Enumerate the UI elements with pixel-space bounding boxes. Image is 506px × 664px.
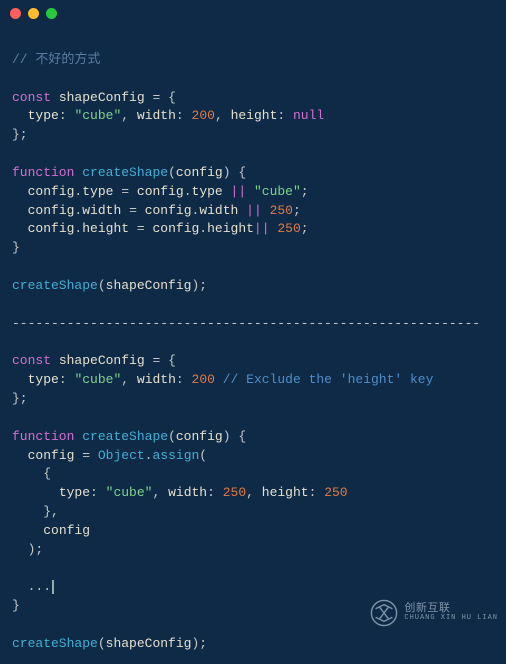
fn-createshape: createShape [82, 165, 168, 180]
var-shapeconfig: shapeConfig [59, 353, 145, 368]
text-cursor-icon [52, 580, 54, 594]
ident-object: Object [98, 448, 145, 463]
call-createshape: createShape [12, 278, 98, 293]
ident-config: config [28, 203, 75, 218]
prop-type: type [28, 108, 59, 123]
watermark-text-py: CHUANG XIN HU LIAN [404, 615, 498, 622]
window-titlebar [0, 0, 506, 26]
op-or: || [254, 221, 270, 236]
number-250: 250 [277, 221, 300, 236]
close-icon[interactable] [10, 8, 21, 19]
prop-width: width [82, 203, 121, 218]
number-200: 200 [192, 372, 215, 387]
watermark: 创新互联 CHUANG XIN HU LIAN [370, 599, 498, 627]
number-250: 250 [270, 203, 293, 218]
minimize-icon[interactable] [28, 8, 39, 19]
ident-config: config [137, 184, 184, 199]
ident-config: config [28, 448, 75, 463]
number-250: 250 [223, 485, 246, 500]
comment-exclude: // Exclude the 'height' key [223, 372, 434, 387]
string-cube: "cube" [106, 485, 153, 500]
arg-shapeconfig: shapeConfig [106, 636, 192, 651]
prop-type: type [82, 184, 113, 199]
arg-shapeconfig: shapeConfig [106, 278, 192, 293]
ident-config: config [28, 184, 75, 199]
ellipsis: ... [28, 579, 51, 594]
prop-height: height [82, 221, 129, 236]
var-shapeconfig: shapeConfig [59, 90, 145, 105]
number-200: 200 [192, 108, 215, 123]
keyword-const: const [12, 353, 51, 368]
separator-line: ----------------------------------------… [12, 316, 480, 331]
ident-config: config [152, 221, 199, 236]
number-250: 250 [324, 485, 347, 500]
call-createshape: createShape [12, 636, 98, 651]
ident-config: config [28, 221, 75, 236]
code-block: // 不好的方式 const shapeConfig = { type: "cu… [0, 26, 506, 664]
null-literal: null [293, 108, 324, 123]
string-cube: "cube" [74, 372, 121, 387]
comment-line: // 不好的方式 [12, 52, 100, 67]
keyword-function: function [12, 429, 74, 444]
fn-createshape: createShape [82, 429, 168, 444]
fn-assign: assign [152, 448, 199, 463]
op-or: || [231, 184, 247, 199]
ident-config: config [43, 523, 90, 538]
prop-height: height [207, 221, 254, 236]
param-config: config [176, 165, 223, 180]
prop-width: width [199, 203, 238, 218]
zoom-icon[interactable] [46, 8, 57, 19]
keyword-const: const [12, 90, 51, 105]
param-config: config [176, 429, 223, 444]
ident-config: config [145, 203, 192, 218]
prop-type: type [192, 184, 223, 199]
prop-width: width [137, 108, 176, 123]
prop-height: height [231, 108, 278, 123]
prop-width: width [168, 485, 207, 500]
op-or: || [246, 203, 262, 218]
logo-icon [370, 599, 398, 627]
string-cube: "cube" [254, 184, 301, 199]
prop-type: type [59, 485, 90, 500]
string-cube: "cube" [74, 108, 121, 123]
keyword-function: function [12, 165, 74, 180]
prop-type: type [28, 372, 59, 387]
prop-width: width [137, 372, 176, 387]
prop-height: height [262, 485, 309, 500]
